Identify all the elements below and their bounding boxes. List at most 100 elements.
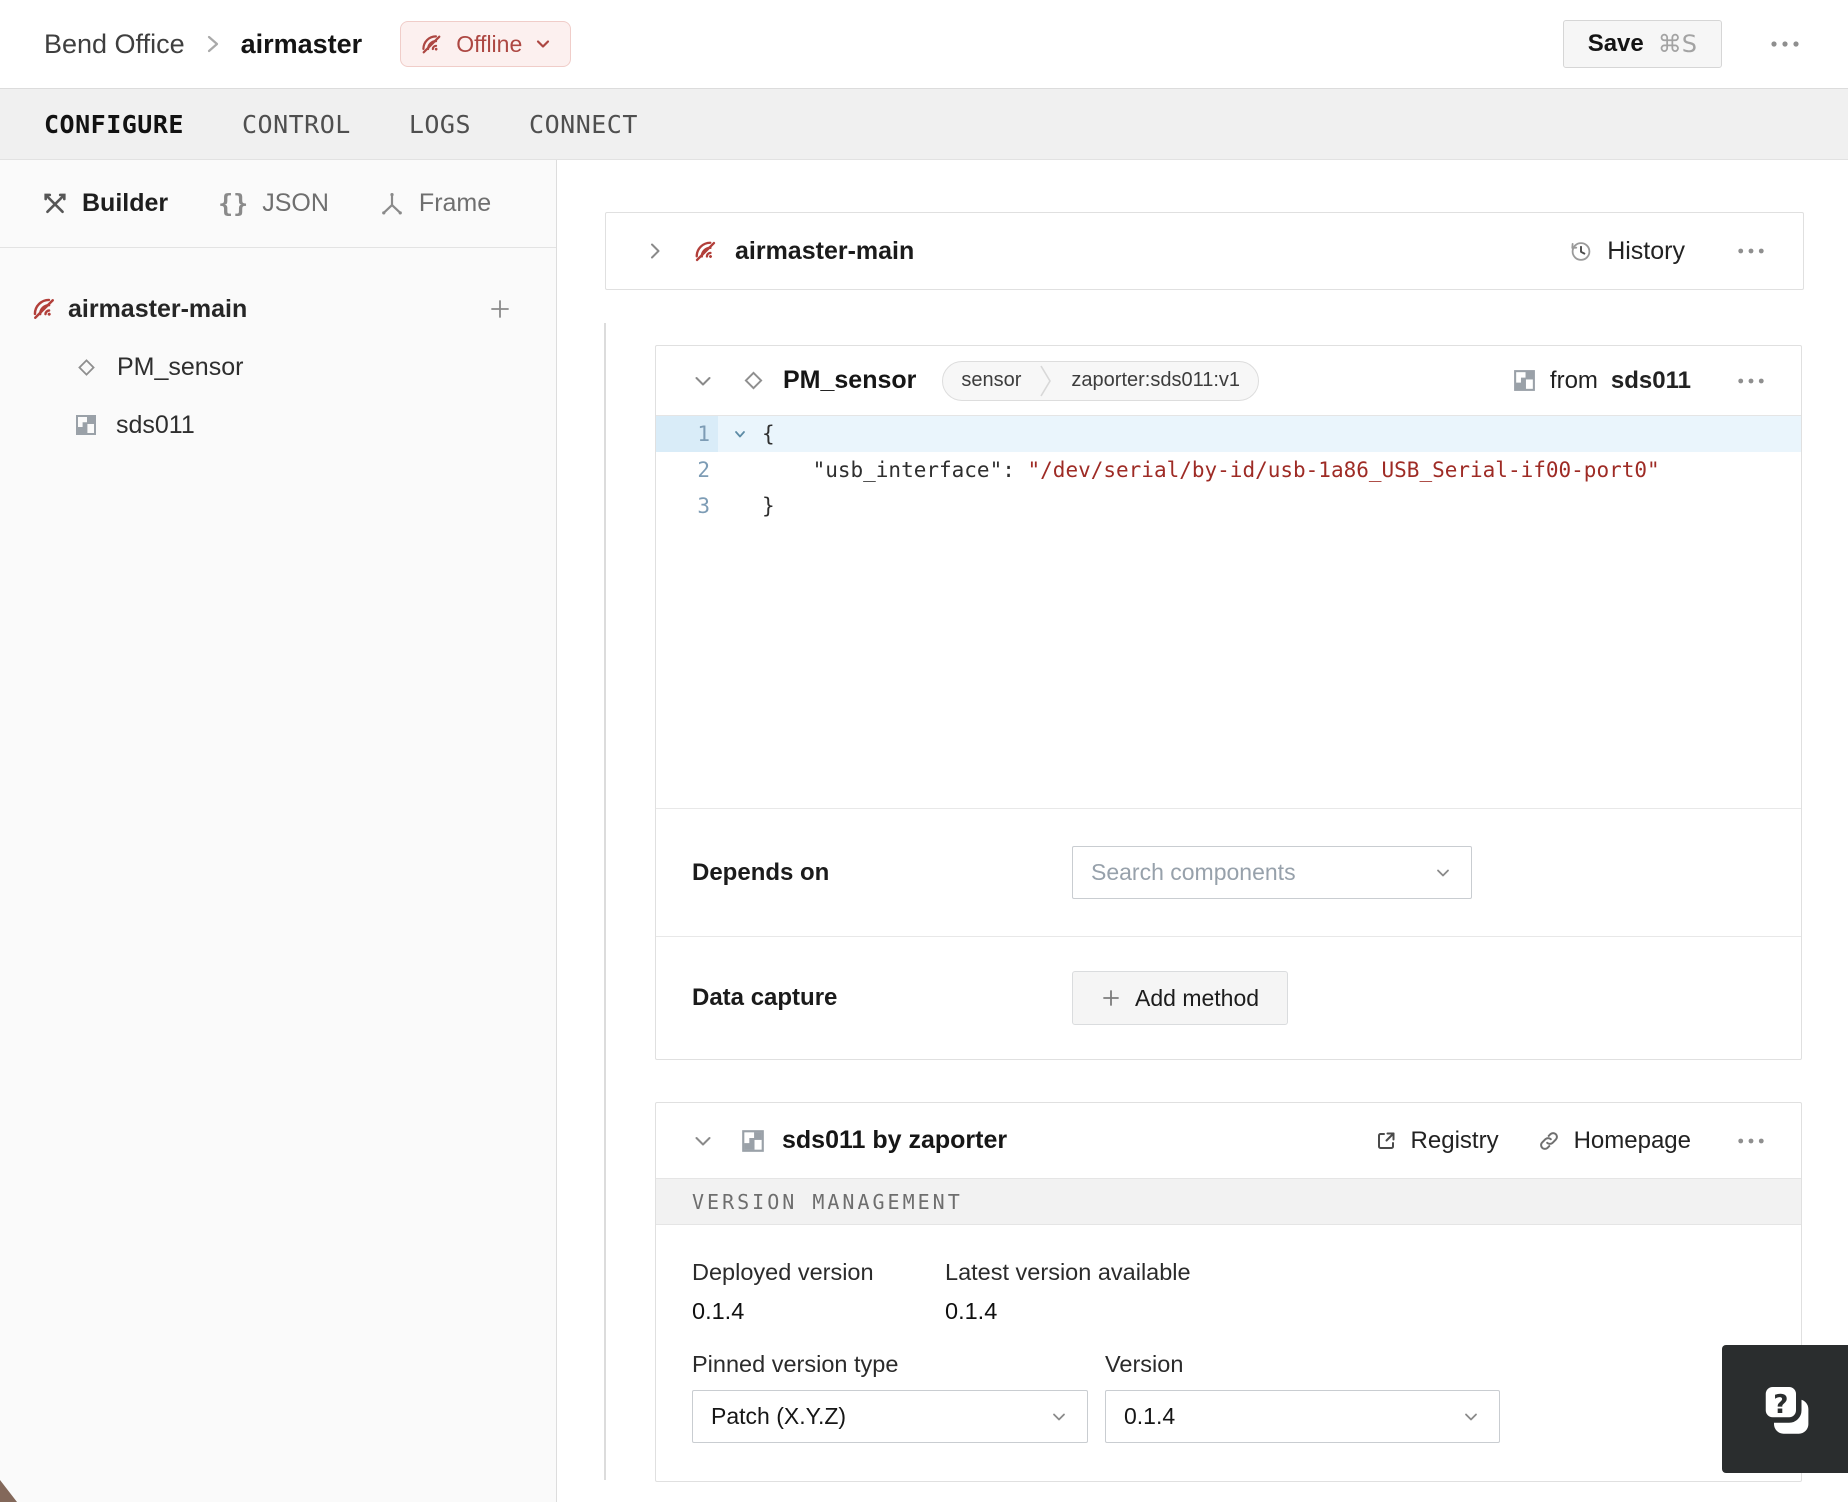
- deployed-version-label: Deployed version: [692, 1259, 874, 1285]
- tree-item-machine[interactable]: airmaster-main: [0, 280, 556, 338]
- code-string-token: "/dev/serial/by-id/usb-1a86_USB_Serial-i…: [1027, 458, 1660, 482]
- wifi-off-icon: [419, 32, 444, 57]
- depends-on-select[interactable]: Search components: [1072, 846, 1472, 899]
- module-card-menu-button[interactable]: [1729, 1129, 1773, 1153]
- component-tree: airmaster-main PM_sensor sds011: [0, 248, 556, 454]
- editor-line: 1 {: [656, 416, 1801, 452]
- module-icon: [1514, 370, 1535, 391]
- component-model: zaporter:sds011:v1: [1071, 369, 1241, 391]
- chevron-down-icon: [1465, 1413, 1477, 1420]
- add-component-button[interactable]: [484, 293, 516, 325]
- version-label: Version: [1105, 1351, 1184, 1377]
- plus-icon: [491, 300, 509, 318]
- depends-on-row: Depends on Search components: [656, 808, 1801, 936]
- machine-config-page: Bend Office airmaster Offline Save ⌘S CO…: [0, 0, 1848, 1502]
- diamond-icon: [740, 367, 767, 394]
- module-card-collapse-button[interactable]: [684, 1122, 722, 1160]
- component-card-menu-button[interactable]: [1729, 369, 1773, 393]
- line-number: 2: [697, 458, 710, 482]
- tree-item-sds011[interactable]: sds011: [0, 396, 556, 454]
- editor-line: 2 "usb_interface": "/dev/serial/by-id/us…: [656, 452, 1801, 488]
- add-method-label: Add method: [1135, 984, 1260, 1011]
- version-value: 0.1.4: [1124, 1403, 1176, 1429]
- from-module-name: sds011: [1610, 366, 1691, 394]
- machine-card-expand-button[interactable]: [636, 232, 674, 270]
- topbar: Bend Office airmaster Offline Save ⌘S: [0, 0, 1848, 88]
- latest-version-label: Latest version available: [945, 1259, 1191, 1285]
- machine-card-menu-button[interactable]: [1729, 239, 1773, 263]
- pinned-version-type-select[interactable]: Patch (X.Y.Z): [692, 1390, 1088, 1443]
- tree-item-label: airmaster-main: [68, 294, 248, 323]
- data-capture-row: Data capture Add method: [656, 936, 1801, 1059]
- pill-divider-icon: [1040, 365, 1052, 396]
- mode-tab-builder[interactable]: Builder: [42, 189, 168, 218]
- version-management-content: Deployed version Latest version availabl…: [656, 1225, 1801, 1443]
- ellipsis-icon: [1738, 248, 1764, 254]
- ellipsis-icon: [1771, 41, 1799, 47]
- config-mode-tabs: Builder {} JSON Frame: [0, 160, 556, 248]
- add-method-button[interactable]: Add method: [1072, 971, 1289, 1025]
- tree-item-label: PM_sensor: [117, 352, 244, 381]
- registry-link[interactable]: Registry: [1374, 1127, 1499, 1155]
- attributes-json-editor[interactable]: 1 { 2 "usb_interface": "/dev/serial/by-i…: [656, 416, 1801, 808]
- version-select[interactable]: 0.1.4: [1105, 1390, 1500, 1443]
- chevron-down-icon: [695, 1136, 711, 1145]
- machine-status-badge[interactable]: Offline: [400, 21, 572, 67]
- component-card-collapse-button[interactable]: [684, 362, 722, 400]
- ellipsis-icon: [1738, 378, 1764, 383]
- code-token: }: [762, 494, 775, 518]
- mode-tab-json[interactable]: {} JSON: [218, 189, 329, 218]
- help-button[interactable]: ?: [1722, 1345, 1848, 1473]
- breadcrumb-location[interactable]: Bend Office: [44, 29, 185, 60]
- chevron-down-icon: [537, 40, 550, 48]
- history-button[interactable]: History: [1567, 237, 1685, 266]
- depends-on-placeholder: Search components: [1091, 859, 1296, 885]
- topbar-overflow-menu-button[interactable]: [1762, 32, 1808, 56]
- external-link-icon: [1377, 1132, 1395, 1149]
- component-card-header: PM_sensor sensor zaporter:sds011:v1 from…: [656, 346, 1801, 416]
- history-button-label: History: [1607, 236, 1685, 265]
- homepage-link[interactable]: Homepage: [1537, 1127, 1691, 1155]
- braces-icon: {}: [218, 189, 249, 218]
- chevron-right-icon: [651, 243, 660, 259]
- homepage-link-label: Homepage: [1573, 1126, 1691, 1154]
- pinned-version-type-label: Pinned version type: [692, 1351, 899, 1377]
- deployed-version-value: 0.1.4: [692, 1298, 745, 1324]
- tree-item-pm-sensor[interactable]: PM_sensor: [0, 338, 556, 396]
- code-token: {: [762, 422, 775, 446]
- tab-connect[interactable]: CONNECT: [529, 110, 638, 139]
- plus-icon: [1103, 990, 1119, 1006]
- code-key-token: "usb_interface":: [812, 458, 1015, 482]
- tab-configure[interactable]: CONFIGURE: [44, 110, 184, 139]
- chevron-down-icon: [1053, 1413, 1065, 1420]
- module-card-title: sds011 by zaporter: [782, 1126, 1008, 1154]
- config-sidebar: Builder {} JSON Frame airmaster-main PM_…: [0, 160, 557, 1502]
- machine-card-title: airmaster-main: [735, 236, 915, 265]
- latest-version-value: 0.1.4: [945, 1298, 998, 1324]
- status-label: Offline: [456, 30, 523, 57]
- registry-link-label: Registry: [1410, 1126, 1499, 1154]
- tab-logs[interactable]: LOGS: [409, 110, 471, 139]
- module-icon: [76, 415, 96, 435]
- line-number: 3: [697, 494, 710, 518]
- breadcrumb-separator-icon: [205, 31, 221, 57]
- tree-indent-guide: [604, 323, 606, 1480]
- component-card-pm-sensor: PM_sensor sensor zaporter:sds011:v1 from…: [655, 345, 1802, 1060]
- frame-axes-icon: [382, 192, 402, 215]
- tab-control[interactable]: CONTROL: [242, 110, 351, 139]
- save-button-label: Save: [1587, 30, 1644, 57]
- line-number: 1: [697, 422, 710, 446]
- history-icon: [1571, 241, 1591, 261]
- ellipsis-icon: [1738, 1138, 1764, 1143]
- help-question-icon: ?: [1760, 1381, 1809, 1434]
- fold-toggle[interactable]: [718, 427, 762, 441]
- from-module-link[interactable]: from sds011: [1512, 367, 1691, 395]
- mode-tab-label: Builder: [82, 189, 169, 217]
- breadcrumb-machine-name: airmaster: [240, 28, 363, 59]
- mode-tab-label: Frame: [418, 189, 492, 217]
- depends-on-label: Depends on: [692, 858, 830, 886]
- mode-tab-frame[interactable]: Frame: [379, 189, 491, 218]
- from-label: from: [1549, 366, 1598, 394]
- save-button[interactable]: Save ⌘S: [1562, 20, 1722, 68]
- wifi-off-icon: [30, 295, 58, 323]
